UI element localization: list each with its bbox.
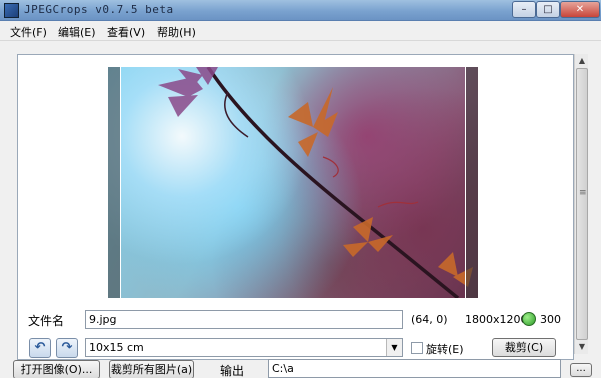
menu-help[interactable]: 帮助(H) <box>157 24 196 40</box>
app-icon <box>4 3 19 18</box>
open-image-button[interactable]: 打开图像(O)... <box>13 360 100 378</box>
crop-handle-left[interactable] <box>120 67 121 298</box>
crop-handle-right[interactable] <box>465 67 466 298</box>
menu-view[interactable]: 查看(V) <box>107 24 145 40</box>
print-size-value: 10x15 cm <box>89 341 144 354</box>
rotate-right-button[interactable]: ↷ <box>56 338 78 358</box>
dpi-status-icon <box>522 312 536 326</box>
window-title: JPEGCrops v0.7.5 beta <box>24 3 174 16</box>
crop-all-button[interactable]: 裁剪所有图片(a) <box>109 360 194 378</box>
crop-mask-right <box>466 67 478 298</box>
scroll-down-icon[interactable]: ▼ <box>575 340 589 354</box>
dpi-value: 300 <box>540 313 561 326</box>
vertical-scrollbar[interactable]: ▲ ≡ ▼ <box>574 54 588 354</box>
filename-label: 文件名 <box>28 314 65 328</box>
image-resolution: 1800x1200 <box>465 313 528 326</box>
rotate-left-button[interactable]: ↶ <box>29 338 51 358</box>
chevron-down-icon[interactable]: ▼ <box>386 339 402 356</box>
menu-edit[interactable]: 编辑(E) <box>58 24 96 40</box>
crop-mask-left <box>108 67 120 298</box>
rotate-label: 旋转(E) <box>426 343 464 356</box>
browse-button[interactable]: ... <box>570 363 592 377</box>
scroll-thumb[interactable] <box>576 68 588 340</box>
output-path-field[interactable]: C:\a <box>268 359 561 378</box>
crop-button[interactable]: 裁剪(C) <box>492 338 556 357</box>
print-size-select[interactable]: 10x15 cm ▼ <box>85 338 403 357</box>
filename-field[interactable]: 9.jpg <box>85 310 403 329</box>
maximize-button[interactable]: □ <box>536 1 560 18</box>
close-button[interactable]: ✕ <box>560 1 600 18</box>
scroll-grip-icon: ≡ <box>579 188 587 198</box>
minimize-button[interactable]: – <box>512 1 536 18</box>
title-bar: JPEGCrops v0.7.5 beta – □ ✕ <box>0 0 601 21</box>
output-label: 输出 <box>220 364 245 378</box>
scroll-up-icon[interactable]: ▲ <box>575 54 589 68</box>
photo-preview[interactable] <box>108 67 478 298</box>
crop-coordinates: (64, 0) <box>411 313 448 326</box>
menu-bar: 文件(F) 编辑(E) 查看(V) 帮助(H) <box>0 21 601 41</box>
leaf-branch-illustration <box>158 67 473 298</box>
rotate-checkbox[interactable] <box>411 342 423 354</box>
menu-file[interactable]: 文件(F) <box>10 24 47 40</box>
